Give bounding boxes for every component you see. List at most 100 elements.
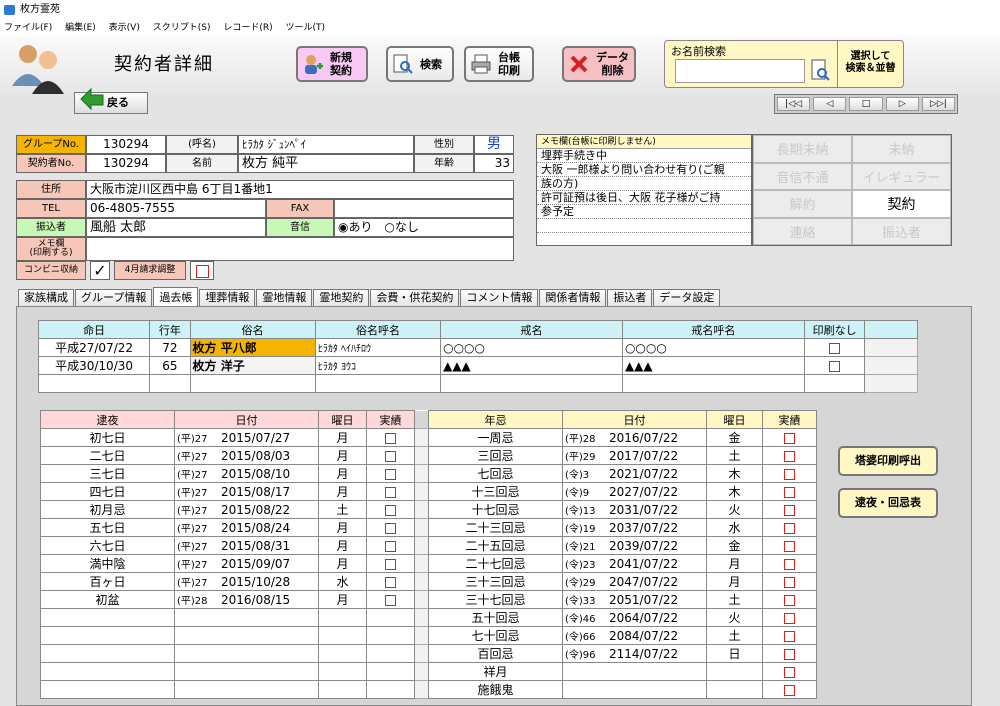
- table-row[interactable]: 二十七回忌 (令)23 2041/07/22 月: [428, 554, 817, 573]
- tab-burial[interactable]: 埋葬情報: [199, 289, 256, 307]
- tab-transferer[interactable]: 振込者: [607, 289, 653, 307]
- result-checkbox[interactable]: [385, 468, 396, 480]
- last-record-button[interactable]: ▷▷|: [921, 97, 956, 111]
- table-row[interactable]: [40, 662, 429, 681]
- ledger-print-button[interactable]: 台帳 印刷: [464, 46, 534, 82]
- table-row[interactable]: 十三回忌 (令)9 2027/07/22 木: [428, 482, 817, 501]
- status-unpaid[interactable]: 未納: [852, 135, 951, 163]
- result-checkbox[interactable]: [784, 576, 795, 588]
- result-checkbox[interactable]: [784, 558, 795, 570]
- menu-view[interactable]: 表示(V): [109, 23, 140, 33]
- result-checkbox[interactable]: [385, 522, 396, 534]
- table-row[interactable]: 初七日 (平)27 2015/07/27 月: [40, 428, 429, 447]
- scrollbar[interactable]: [414, 662, 429, 681]
- result-checkbox[interactable]: [784, 594, 795, 606]
- scrollbar[interactable]: [414, 608, 429, 627]
- memo-line[interactable]: 許可証預は後日、大阪 花子様がご持: [537, 191, 751, 205]
- table-row[interactable]: 五十回忌 (令)46 2064/07/22 火: [428, 608, 817, 627]
- menu-edit[interactable]: 編集(E): [65, 23, 96, 33]
- table-row[interactable]: 二十三回忌 (令)19 2037/07/22 水: [428, 518, 817, 537]
- result-checkbox[interactable]: [784, 648, 795, 660]
- scrollbar[interactable]: [414, 626, 429, 645]
- scrollbar[interactable]: [414, 554, 429, 573]
- table-row[interactable]: 四七日 (平)27 2015/08/17 月: [40, 482, 429, 501]
- no-print-checkbox[interactable]: [829, 342, 841, 354]
- result-checkbox[interactable]: [784, 630, 795, 642]
- notice-no-radio[interactable]: ○なし: [384, 220, 419, 234]
- result-checkbox[interactable]: [385, 594, 396, 606]
- fax-field[interactable]: [334, 199, 514, 218]
- result-checkbox[interactable]: [784, 522, 795, 534]
- tab-plot-info[interactable]: 霊地情報: [256, 289, 313, 307]
- table-row[interactable]: 三七日 (平)27 2015/08/10 月: [40, 464, 429, 483]
- scrollbar[interactable]: [414, 428, 429, 447]
- back-button[interactable]: 戻る: [74, 87, 148, 114]
- conv-checkbox[interactable]: ✓: [90, 261, 110, 280]
- table-row[interactable]: 二十五回忌 (令)21 2039/07/22 金: [428, 536, 817, 555]
- menu-tools[interactable]: ツール(T): [286, 23, 326, 33]
- result-checkbox[interactable]: [385, 504, 396, 516]
- result-checkbox[interactable]: [385, 558, 396, 570]
- name-field[interactable]: 枚方 純平: [238, 154, 414, 173]
- scrollbar[interactable]: [414, 644, 429, 663]
- stupa-print-button[interactable]: 塔婆印刷呼出: [838, 446, 938, 476]
- table-row[interactable]: [40, 680, 429, 699]
- tab-past-register[interactable]: 過去帳: [153, 287, 199, 307]
- table-row[interactable]: [37, 374, 918, 393]
- menu-record[interactable]: レコード(R): [223, 23, 272, 33]
- table-row[interactable]: 六七日 (平)27 2015/08/31 月: [40, 536, 429, 555]
- table-row[interactable]: 初盆 (平)28 2016/08/15 月: [40, 590, 429, 609]
- memo-line[interactable]: 大阪 一郎様より問い合わせ有り(ご親: [537, 163, 751, 177]
- group-no-field[interactable]: 130294: [86, 135, 166, 154]
- new-contract-button[interactable]: 新規 契約: [296, 46, 368, 82]
- scrollbar[interactable]: [414, 464, 429, 483]
- tab-related[interactable]: 関係者情報: [539, 289, 607, 307]
- result-checkbox[interactable]: [784, 684, 795, 696]
- select-sort-button[interactable]: 選択して 検索＆並替: [837, 41, 903, 87]
- scrollbar[interactable]: [414, 446, 429, 465]
- contract-no-field[interactable]: 130294: [86, 154, 166, 173]
- memo-line[interactable]: [537, 219, 751, 233]
- result-checkbox[interactable]: [385, 540, 396, 552]
- scrollbar[interactable]: [864, 338, 918, 357]
- first-record-button[interactable]: |◁◁: [777, 97, 811, 111]
- menu-script[interactable]: スクリプト(S): [153, 23, 211, 33]
- address-field[interactable]: 大阪市淀川区西中島 6丁目1番地1: [86, 180, 514, 199]
- table-row[interactable]: [40, 644, 429, 663]
- tel-field[interactable]: 06-4805-7555: [86, 199, 266, 218]
- table-row[interactable]: 平成27/07/22 72 枚方 平八郎 ﾋﾗｶﾀ ﾍｲﾊﾁﾛｳ ○○○○ ○○…: [37, 338, 918, 357]
- table-row[interactable]: 十七回忌 (令)13 2031/07/22 火: [428, 500, 817, 519]
- status-irregular[interactable]: イレギュラー: [852, 162, 951, 190]
- table-row[interactable]: 施餓鬼: [428, 680, 817, 699]
- tab-fee-contract[interactable]: 会費・供花契約: [370, 289, 460, 307]
- scrollbar[interactable]: [414, 500, 429, 519]
- result-checkbox[interactable]: [784, 540, 795, 552]
- table-row[interactable]: 二七日 (平)27 2015/08/03 月: [40, 446, 429, 465]
- result-checkbox[interactable]: [784, 468, 795, 480]
- result-checkbox[interactable]: [784, 504, 795, 516]
- scrollbar[interactable]: [414, 482, 429, 501]
- tab-data-settings[interactable]: データ設定: [653, 289, 721, 307]
- table-row[interactable]: 三回忌 (平)29 2017/07/22 土: [428, 446, 817, 465]
- table-row[interactable]: [40, 608, 429, 627]
- table-row[interactable]: 平成30/10/30 65 枚方 洋子 ﾋﾗｶﾀ ﾖｳｺ ▲▲▲ ▲▲▲: [37, 356, 918, 375]
- table-row[interactable]: 百回忌 (令)96 2114/07/22 日: [428, 644, 817, 663]
- table-row[interactable]: 三十三回忌 (令)29 2047/07/22 月: [428, 572, 817, 591]
- search-button[interactable]: 検索: [386, 46, 454, 82]
- memo-line[interactable]: 参予定: [537, 205, 751, 219]
- status-contract[interactable]: 契約: [852, 190, 951, 218]
- table-row[interactable]: 初月忌 (平)27 2015/08/22 土: [40, 500, 429, 519]
- table-row[interactable]: 満中陰 (平)27 2015/09/07 月: [40, 554, 429, 573]
- status-contact[interactable]: 連絡: [753, 217, 852, 245]
- scrollbar[interactable]: [864, 356, 918, 375]
- status-long-unpaid[interactable]: 長期未納: [753, 135, 852, 163]
- status-cancelled[interactable]: 解約: [753, 190, 852, 218]
- scrollbar[interactable]: [414, 536, 429, 555]
- table-row[interactable]: 七回忌 (令)3 2021/07/22 木: [428, 464, 817, 483]
- memo-line[interactable]: 埋葬手続き中: [537, 149, 751, 163]
- scrollbar[interactable]: [414, 590, 429, 609]
- result-checkbox[interactable]: [385, 432, 396, 444]
- status-transferer[interactable]: 振込者: [852, 217, 951, 245]
- prev-record-button[interactable]: ◁: [813, 97, 847, 111]
- tab-group[interactable]: グループ情報: [75, 289, 153, 307]
